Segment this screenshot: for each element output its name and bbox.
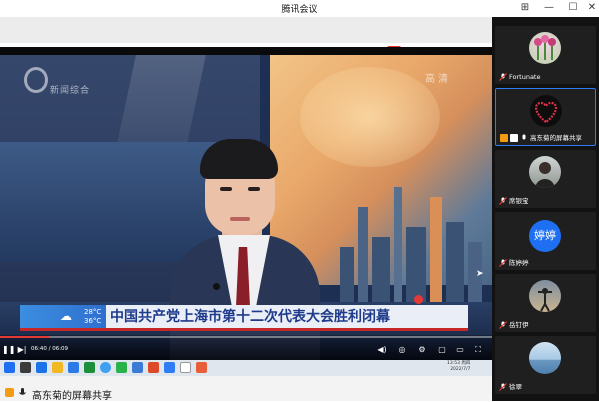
player-app-icon[interactable] bbox=[180, 362, 191, 373]
settings-gear-icon[interactable]: ⚙ bbox=[416, 345, 428, 355]
excel-icon[interactable] bbox=[84, 362, 95, 373]
weather-high: 28°C bbox=[84, 308, 102, 316]
video-time: 06:40 / 06:09 bbox=[31, 346, 69, 352]
mouse-cursor-icon: ➤ bbox=[476, 269, 484, 279]
weather-low: 36°C bbox=[84, 317, 102, 325]
studio-panel bbox=[0, 142, 230, 262]
channel-name: 新闻综合 bbox=[50, 86, 91, 96]
edge-icon[interactable] bbox=[36, 362, 47, 373]
weather-cloud-icon: ☁ bbox=[60, 309, 72, 323]
city-skyline bbox=[330, 167, 492, 317]
pdf-icon[interactable] bbox=[148, 362, 159, 373]
anchor-eye-right bbox=[248, 187, 260, 191]
wechat-icon[interactable] bbox=[116, 362, 127, 373]
pin-button[interactable]: ⊞ bbox=[514, 1, 536, 15]
pip-icon[interactable]: ▢ bbox=[436, 345, 448, 355]
weibo-icon bbox=[414, 295, 423, 304]
video-top-strip bbox=[0, 47, 492, 55]
channel-logo-icon bbox=[24, 67, 48, 93]
participant-tile[interactable]: 婷婷 陈婷婷 bbox=[495, 212, 596, 270]
text-avatar: 婷婷 bbox=[529, 220, 561, 252]
camera-icon bbox=[510, 134, 518, 142]
weather-box: 28°C 36°C ☁ bbox=[20, 305, 106, 328]
title-bar: 腾讯会议 ⊞ — ☐ ✕ bbox=[0, 0, 599, 17]
browser-icon[interactable] bbox=[100, 362, 111, 373]
man-avatar bbox=[529, 156, 561, 188]
clock-date: 2022/7/7 bbox=[450, 367, 471, 372]
silhouette-avatar bbox=[529, 280, 561, 312]
anchor-hair bbox=[200, 139, 278, 179]
mic-off-icon bbox=[499, 197, 507, 205]
participant-tile-active[interactable]: 高东菊的屏幕共享 bbox=[495, 88, 596, 146]
participant-tile[interactable]: Fortunate bbox=[495, 26, 596, 84]
mic-off-icon bbox=[499, 259, 507, 267]
anchor-eye-left bbox=[220, 187, 232, 191]
widescreen-icon[interactable]: ▭ bbox=[454, 345, 466, 355]
news-headline: 中国共产党上海市第十二次代表大会胜利闭幕 bbox=[110, 309, 390, 325]
next-icon[interactable]: ▶| bbox=[16, 345, 28, 355]
minimize-button[interactable]: — bbox=[538, 1, 560, 15]
news-video[interactable]: 新闻综合 高清 28°C 36°C ☁ 中国共产党上海市第十二次代表大会胜利闭幕… bbox=[0, 47, 492, 360]
headline-strip bbox=[20, 328, 468, 331]
search-icon[interactable] bbox=[20, 362, 31, 373]
participant-name: 徐翠 bbox=[509, 383, 522, 391]
progress-track[interactable] bbox=[0, 336, 492, 338]
heart-avatar bbox=[530, 95, 562, 127]
participant-tile[interactable]: 徐翠 bbox=[495, 336, 596, 394]
screen-share-icon bbox=[5, 388, 14, 397]
participant-tile[interactable]: 席银宝 bbox=[495, 150, 596, 208]
hd-watermark: 高清 bbox=[425, 74, 451, 85]
mic-off-icon bbox=[499, 73, 507, 81]
anchor-mouth bbox=[230, 217, 250, 221]
fullscreen-icon[interactable]: ⛶ bbox=[472, 345, 484, 355]
meeting-icon[interactable] bbox=[132, 362, 143, 373]
participant-name: 陈婷婷 bbox=[509, 259, 529, 267]
participant-name: 高东菊的屏幕共享 bbox=[530, 134, 582, 142]
mic-icon bbox=[522, 134, 526, 140]
progress-fill bbox=[0, 336, 50, 338]
start-icon[interactable] bbox=[4, 362, 15, 373]
mic-off-icon bbox=[499, 321, 507, 329]
sea-avatar bbox=[529, 342, 561, 374]
ppt-icon[interactable] bbox=[196, 362, 207, 373]
flowers-avatar bbox=[529, 32, 561, 64]
volume-icon[interactable]: ◀) bbox=[376, 345, 388, 355]
app-title: 腾讯会议 bbox=[281, 5, 318, 15]
folder-icon[interactable] bbox=[52, 362, 63, 373]
quality-icon[interactable]: ◎ bbox=[396, 345, 408, 355]
word-icon[interactable] bbox=[68, 362, 79, 373]
play-pause-icon[interactable]: ❚❚ bbox=[2, 345, 15, 355]
app-icon[interactable] bbox=[164, 362, 175, 373]
taskbar-clock: 13:53 周四 2022/7/7 bbox=[447, 361, 470, 373]
lapel-mic bbox=[213, 283, 220, 290]
close-button[interactable]: ✕ bbox=[581, 1, 599, 15]
participant-name: 岳钉伊 bbox=[509, 321, 529, 329]
screen-share-icon bbox=[500, 134, 508, 142]
participant-name: 席银宝 bbox=[509, 197, 529, 205]
mic-off-icon bbox=[499, 383, 507, 391]
participant-tile[interactable]: 岳钉伊 bbox=[495, 274, 596, 332]
mic-icon bbox=[18, 388, 27, 397]
participant-name: Fortunate bbox=[509, 73, 541, 81]
shared-screen-top bbox=[0, 17, 492, 43]
sky-glow bbox=[300, 67, 440, 167]
screen-share-label: 高东菊的屏幕共享 bbox=[32, 391, 112, 402]
